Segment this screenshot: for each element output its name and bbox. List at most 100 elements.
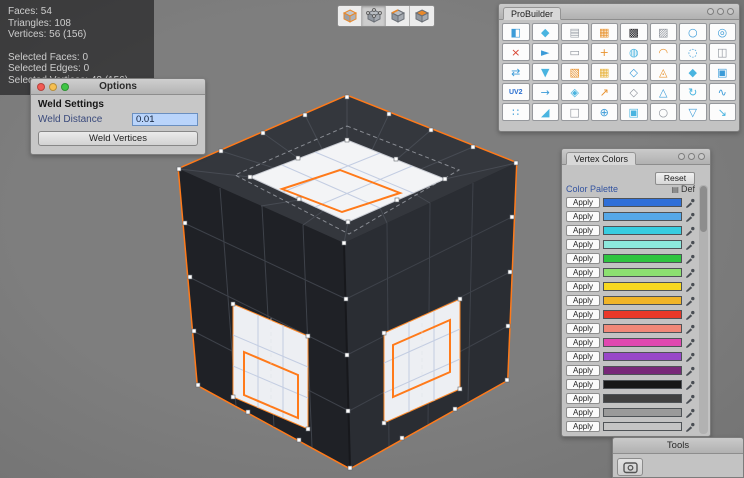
eyedropper-icon[interactable]	[685, 366, 695, 376]
color-swatch[interactable]	[603, 352, 682, 361]
probuilder-tool-button[interactable]: ◌	[679, 43, 707, 61]
eyedropper-icon[interactable]	[685, 408, 695, 418]
apply-button[interactable]: Apply	[566, 281, 600, 292]
color-swatch[interactable]	[603, 338, 682, 347]
probuilder-tab[interactable]: ProBuilder	[503, 7, 561, 20]
tools-titlebar[interactable]: Tools	[613, 438, 743, 454]
color-swatch[interactable]	[603, 226, 682, 235]
apply-button[interactable]: Apply	[566, 337, 600, 348]
color-swatch[interactable]	[603, 408, 682, 417]
probuilder-tool-button[interactable]: □	[561, 103, 589, 121]
probuilder-tool-button[interactable]: ▦	[591, 63, 619, 81]
close-icon[interactable]	[37, 83, 45, 91]
face-select-button[interactable]	[410, 6, 434, 26]
probuilder-tool-button[interactable]: ▨	[650, 23, 678, 41]
probuilder-tool-button[interactable]: ▤	[561, 23, 589, 41]
probuilder-tool-button[interactable]: ◇	[620, 63, 648, 81]
probuilder-tool-button[interactable]: ◍	[620, 43, 648, 61]
vertex-colors-tab[interactable]: Vertex Colors	[566, 152, 636, 165]
color-swatch[interactable]	[603, 212, 682, 221]
color-swatch[interactable]	[603, 380, 682, 389]
apply-button[interactable]: Apply	[566, 421, 600, 432]
probuilder-tool-button[interactable]: ◠	[650, 43, 678, 61]
probuilder-tool-button[interactable]: ○	[679, 23, 707, 41]
apply-button[interactable]: Apply	[566, 407, 600, 418]
probuilder-tool-button[interactable]: ▣	[620, 103, 648, 121]
window-menu-icon[interactable]	[717, 8, 724, 15]
apply-button[interactable]: Apply	[566, 309, 600, 320]
eyedropper-icon[interactable]	[685, 338, 695, 348]
palette-preset[interactable]: ▤ Def	[671, 184, 695, 194]
color-swatch[interactable]	[603, 394, 682, 403]
apply-button[interactable]: Apply	[566, 253, 600, 264]
probuilder-tool-button[interactable]: +	[591, 43, 619, 61]
color-swatch[interactable]	[603, 324, 682, 333]
eyedropper-icon[interactable]	[685, 212, 695, 222]
vertical-scrollbar[interactable]	[699, 185, 708, 434]
probuilder-tool-button[interactable]: →	[532, 83, 560, 101]
color-swatch[interactable]	[603, 198, 682, 207]
vertex-colors-titlebar[interactable]: Vertex Colors	[562, 149, 710, 165]
probuilder-tool-button[interactable]: ▼	[532, 63, 560, 81]
probuilder-tool-button[interactable]: ▧	[561, 63, 589, 81]
eyedropper-icon[interactable]	[685, 282, 695, 292]
probuilder-tool-button[interactable]: ◆	[532, 23, 560, 41]
probuilder-tool-button[interactable]: ▭	[561, 43, 589, 61]
eyedropper-icon[interactable]	[685, 352, 695, 362]
apply-button[interactable]: Apply	[566, 267, 600, 278]
weld-distance-input[interactable]	[132, 113, 198, 126]
eyedropper-icon[interactable]	[685, 310, 695, 320]
eyedropper-icon[interactable]	[685, 324, 695, 334]
maximize-icon[interactable]	[61, 83, 69, 91]
color-swatch[interactable]	[603, 296, 682, 305]
color-swatch[interactable]	[603, 366, 682, 375]
color-swatch[interactable]	[603, 310, 682, 319]
eyedropper-icon[interactable]	[685, 380, 695, 390]
probuilder-tool-button[interactable]: ∿	[709, 83, 737, 101]
vertex-select-button[interactable]	[362, 6, 386, 26]
eyedropper-icon[interactable]	[685, 226, 695, 236]
view-tool-button[interactable]	[617, 458, 643, 476]
probuilder-tool-button[interactable]: ↻	[679, 83, 707, 101]
probuilder-tool-button[interactable]: ▦	[591, 23, 619, 41]
edge-select-button[interactable]	[386, 6, 410, 26]
color-swatch[interactable]	[603, 240, 682, 249]
probuilder-tool-button[interactable]: ⊕	[591, 103, 619, 121]
apply-button[interactable]: Apply	[566, 295, 600, 306]
probuilder-tool-button[interactable]: ×	[502, 43, 530, 61]
minimize-icon[interactable]	[49, 83, 57, 91]
apply-button[interactable]: Apply	[566, 393, 600, 404]
apply-button[interactable]: Apply	[566, 323, 600, 334]
eyedropper-icon[interactable]	[685, 268, 695, 278]
probuilder-tool-button[interactable]: ◫	[709, 43, 737, 61]
probuilder-tool-button[interactable]: ↘	[709, 103, 737, 121]
probuilder-tool-button[interactable]: ►	[532, 43, 560, 61]
window-menu-icon[interactable]	[707, 8, 714, 15]
apply-button[interactable]: Apply	[566, 239, 600, 250]
window-menu-icon[interactable]	[688, 153, 695, 160]
probuilder-tool-button[interactable]: ◇	[620, 83, 648, 101]
probuilder-tool-button[interactable]: ◬	[650, 63, 678, 81]
color-swatch[interactable]	[603, 282, 682, 291]
scrollbar-thumb[interactable]	[700, 186, 707, 232]
probuilder-tool-button[interactable]: UV2	[502, 83, 530, 101]
probuilder-tool-button[interactable]: ∷	[502, 103, 530, 121]
apply-button[interactable]: Apply	[566, 379, 600, 390]
eyedropper-icon[interactable]	[685, 254, 695, 264]
probuilder-tool-button[interactable]: ◧	[502, 23, 530, 41]
window-menu-icon[interactable]	[698, 153, 705, 160]
probuilder-tool-button[interactable]: ↗	[591, 83, 619, 101]
probuilder-tool-button[interactable]: ▩	[620, 23, 648, 41]
probuilder-tool-button[interactable]: ◎	[709, 23, 737, 41]
options-titlebar[interactable]: Options	[31, 79, 205, 95]
apply-button[interactable]: Apply	[566, 197, 600, 208]
apply-button[interactable]: Apply	[566, 351, 600, 362]
apply-button[interactable]: Apply	[566, 365, 600, 376]
color-swatch[interactable]	[603, 422, 682, 431]
probuilder-tool-button[interactable]: ▣	[709, 63, 737, 81]
eyedropper-icon[interactable]	[685, 422, 695, 432]
unity-scene-view[interactable]: Faces: 54Triangles: 108Vertices: 56 (156…	[0, 0, 744, 478]
eyedropper-icon[interactable]	[685, 240, 695, 250]
color-swatch[interactable]	[603, 254, 682, 263]
eyedropper-icon[interactable]	[685, 394, 695, 404]
